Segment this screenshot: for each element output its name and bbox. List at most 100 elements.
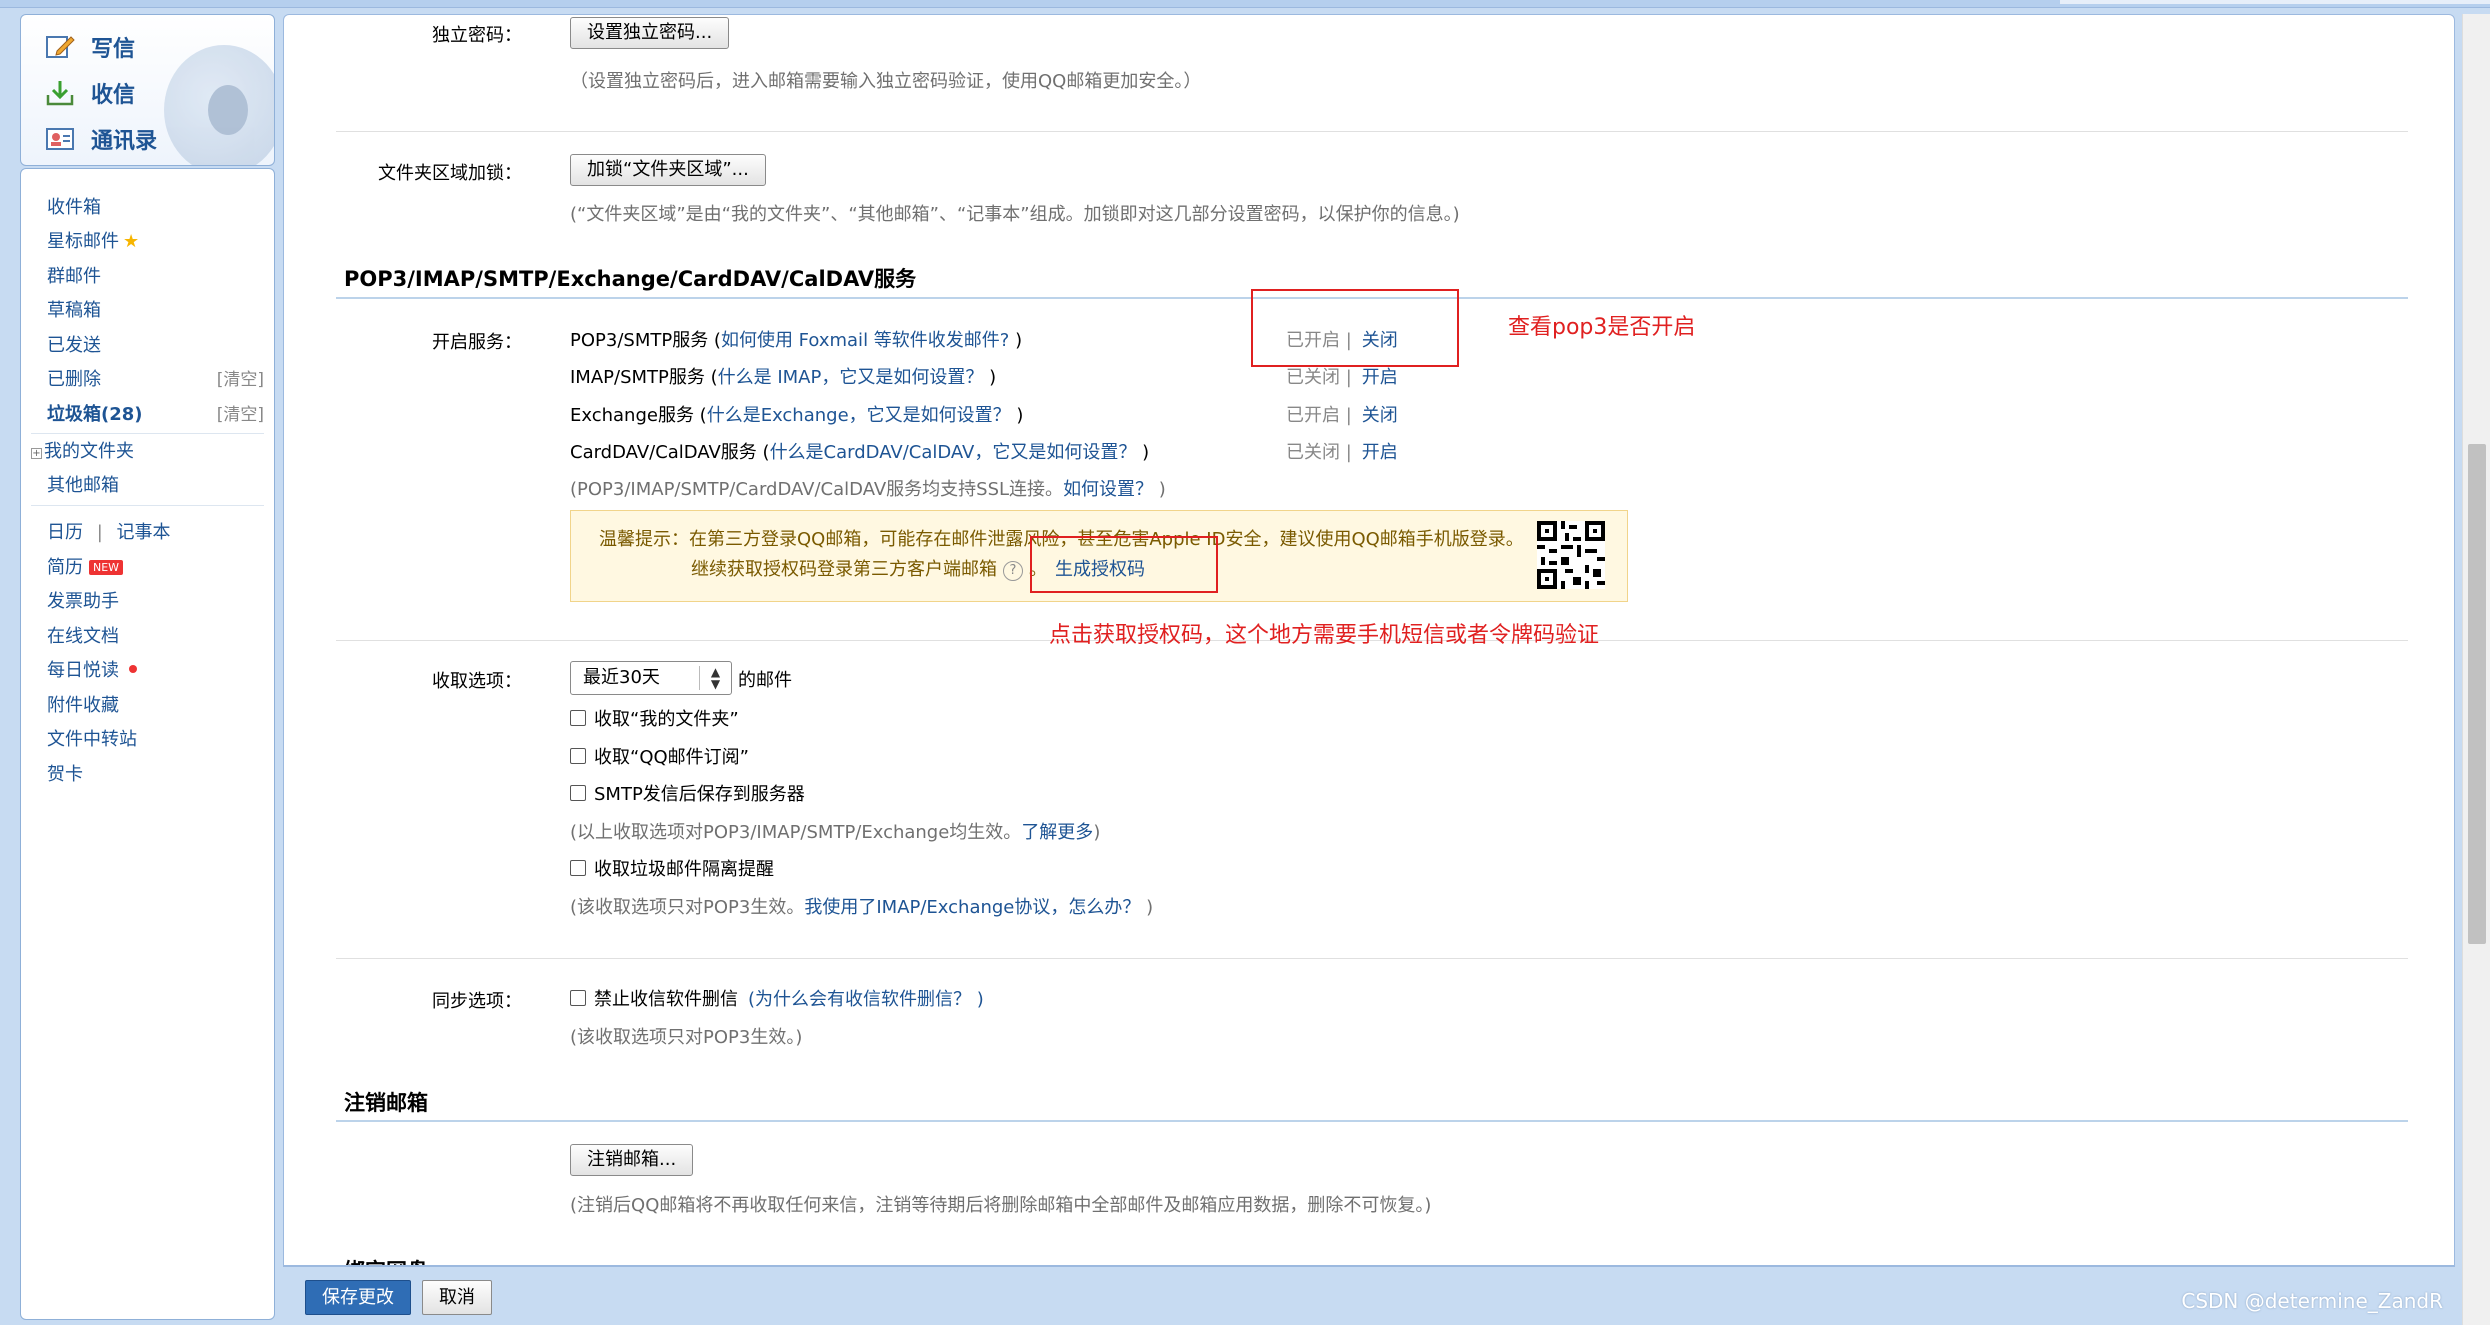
enable-services-label: 开启服务： xyxy=(432,332,522,353)
imap-exchange-help-link[interactable]: 我使用了IMAP/Exchange协议，怎么办？ xyxy=(804,897,1140,918)
sidebar-item-daily-read[interactable]: 每日悦读 xyxy=(47,656,137,682)
ssl-hint-text: (POP3/IMAP/SMTP/CardDAV/CalDAV服务均支持SSL连接… xyxy=(570,479,1064,500)
sidebar-item-my-folders[interactable]: + 我的文件夹 xyxy=(31,437,134,463)
service-row-carddav: CardDAV/CalDAV服务 (什么是CardDAV/CalDAV，它又是如… xyxy=(570,438,1149,464)
horizontal-scroll-stub xyxy=(2060,0,2490,4)
checkbox[interactable] xyxy=(570,710,586,726)
carddav-toggle-link[interactable]: 开启 xyxy=(1362,442,1398,463)
sidebar-item-starred[interactable]: 星标邮件 ★ xyxy=(47,227,139,253)
csdn-watermark: CSDN @determine_ZandR xyxy=(2181,1289,2443,1313)
services-section-title: POP3/IMAP/SMTP/Exchange/CardDAV/CalDAV服务 xyxy=(344,267,917,291)
sidebar-item-online-docs[interactable]: 在线文档 xyxy=(47,622,119,648)
expand-plus-icon[interactable]: + xyxy=(31,448,42,459)
sidebar-item-sent[interactable]: 已发送 xyxy=(47,331,101,357)
status-text: 已关闭 | xyxy=(1286,367,1352,388)
scroll-thumb[interactable] xyxy=(2468,444,2486,944)
nav-divider xyxy=(31,433,264,434)
sidebar: 写信 收信 通讯录 收件箱 星标邮件 ★ 群邮件 草稿箱 已发送 已删除 [清空]… xyxy=(0,8,290,1325)
option-receive-subscriptions[interactable]: 收取“QQ邮件订阅” xyxy=(570,743,749,769)
sync-options-label: 同步选项： xyxy=(432,991,522,1012)
cancel-account-title: 注销邮箱 xyxy=(344,1091,428,1115)
help-question-icon[interactable]: ? xyxy=(1003,561,1023,581)
option-no-client-delete[interactable]: 禁止收信软件删信 (为什么会有收信软件删信？ ) xyxy=(570,985,984,1011)
annotation-box-pop3 xyxy=(1251,289,1459,367)
imap-toggle-link[interactable]: 开启 xyxy=(1362,367,1398,388)
service-help-link[interactable]: 如何使用 Foxmail 等软件收发邮件? xyxy=(721,330,1009,351)
receive-hint-2-close: ) xyxy=(1140,897,1154,918)
receive-hint-1-text: (以上收取选项对POP3/IMAP/SMTP/Exchange均生效。 xyxy=(570,822,1022,843)
ssl-howto-link[interactable]: 如何设置？ xyxy=(1063,479,1153,500)
option-label: 禁止收信软件删信 xyxy=(594,989,738,1010)
compose-button[interactable]: 写信 xyxy=(45,31,135,63)
cancel-button[interactable]: 取消 xyxy=(422,1280,492,1315)
option-smtp-save[interactable]: SMTP发信后保存到服务器 xyxy=(570,780,805,806)
cancel-account-button[interactable]: 注销邮箱... xyxy=(570,1144,694,1176)
option-label: 收取“我的文件夹” xyxy=(594,709,739,730)
receive-hint-2-text: (该收取选项只对POP3生效。 xyxy=(570,897,805,918)
quick-actions-box: 写信 收信 通讯录 xyxy=(20,14,275,166)
annotation-auth-note: 点击获取授权码，这个地方需要手机短信或者令牌码验证 xyxy=(1049,623,1600,648)
sidebar-item-calendar[interactable]: 日历 xyxy=(47,522,83,543)
checkbox[interactable] xyxy=(570,748,586,764)
folder-lock-button[interactable]: 加锁“文件夹区域”... xyxy=(570,154,766,186)
contacts-button[interactable]: 通讯录 xyxy=(45,123,157,155)
option-spam-alert[interactable]: 收取垃圾邮件隔离提醒 xyxy=(570,855,774,881)
service-close-paren: ) xyxy=(1010,405,1024,426)
exchange-toggle-link[interactable]: 关闭 xyxy=(1362,405,1398,426)
bind-disk-title: 绑定网盘 xyxy=(344,1255,428,1265)
option-label: SMTP发信后保存到服务器 xyxy=(594,784,805,805)
why-client-delete-link[interactable]: (为什么会有收信软件删信？ ) xyxy=(748,985,984,1011)
service-name: POP3/SMTP服务 ( xyxy=(570,330,721,351)
sidebar-item-file-transfer[interactable]: 文件中转站 xyxy=(47,725,137,751)
star-icon: ★ xyxy=(123,231,140,252)
warning-line-2-text: 继续获取授权码登录第三方客户端邮箱 xyxy=(691,559,997,580)
independent-password-label: 独立密码： xyxy=(432,25,522,46)
service-status-carddav: 已关闭 | 开启 xyxy=(1286,438,1398,464)
receive-hint-1: (以上收取选项对POP3/IMAP/SMTP/Exchange均生效。了解更多) xyxy=(570,818,1100,844)
sidebar-item-greeting-card[interactable]: 贺卡 xyxy=(47,760,83,786)
trash-clear-link[interactable]: [清空] xyxy=(217,400,264,425)
contacts-card-icon xyxy=(46,128,74,150)
receive-hint-1-close: ) xyxy=(1093,822,1101,843)
service-help-link[interactable]: 什么是 IMAP，它又是如何设置？ xyxy=(718,367,984,388)
checkbox[interactable] xyxy=(570,860,586,876)
sidebar-item-deleted[interactable]: 已删除 xyxy=(47,365,101,391)
checkbox[interactable] xyxy=(570,785,586,801)
starred-label: 星标邮件 xyxy=(47,231,119,252)
service-name: CardDAV/CalDAV服务 ( xyxy=(570,442,770,463)
set-independent-password-button[interactable]: 设置独立密码... xyxy=(570,17,730,49)
daily-read-label: 每日悦读 xyxy=(47,660,119,681)
status-text: 已开启 | xyxy=(1286,405,1352,426)
pencil-icon xyxy=(46,36,75,58)
vertical-scrollbar[interactable] xyxy=(2462,14,2490,1325)
sidebar-item-attachments[interactable]: 附件收藏 xyxy=(47,691,119,717)
receive-button[interactable]: 收信 xyxy=(45,77,135,109)
new-badge: NEW xyxy=(89,560,124,575)
sidebar-item-resume[interactable]: 简历 NEW xyxy=(47,553,124,579)
learn-more-link[interactable]: 了解更多 xyxy=(1021,822,1093,843)
sidebar-item-other-mailboxes[interactable]: 其他邮箱 xyxy=(47,471,119,497)
checkbox[interactable] xyxy=(570,990,586,1006)
sidebar-item-notebook[interactable]: 记事本 xyxy=(117,522,171,543)
sidebar-item-drafts[interactable]: 草稿箱 xyxy=(47,296,101,322)
save-changes-button[interactable]: 保存更改 xyxy=(305,1280,411,1315)
service-name: IMAP/SMTP服务 ( xyxy=(570,367,718,388)
bottom-action-bar: 保存更改 取消 CSDN @determine_ZandR xyxy=(283,1266,2455,1325)
deleted-clear-link[interactable]: [清空] xyxy=(217,365,264,390)
receive-range-select[interactable]: 最近30天 ▲ ▼ xyxy=(570,661,732,695)
service-help-link[interactable]: 什么是Exchange，它又是如何设置？ xyxy=(707,405,1011,426)
divider xyxy=(336,958,2408,959)
service-help-link[interactable]: 什么是CardDAV/CalDAV，它又是如何设置？ xyxy=(770,442,1137,463)
service-row-pop3: POP3/SMTP服务 (如何使用 Foxmail 等软件收发邮件? ) xyxy=(570,326,1022,352)
status-text: 已关闭 | xyxy=(1286,442,1352,463)
qq-penguin-decoration xyxy=(164,45,274,165)
sidebar-item-group[interactable]: 群邮件 xyxy=(47,262,101,288)
sidebar-item-trash[interactable]: 垃圾箱(28) xyxy=(47,400,143,426)
unread-dot xyxy=(129,665,137,673)
service-close-paren: ) xyxy=(1136,442,1150,463)
sidebar-item-invoice[interactable]: 发票助手 xyxy=(47,587,119,613)
annotation-pop3-note: 查看pop3是否开启 xyxy=(1508,315,1696,340)
calendar-notebook-row: 日历 | 记事本 xyxy=(47,518,171,544)
option-receive-my-folders[interactable]: 收取“我的文件夹” xyxy=(570,705,739,731)
sidebar-item-inbox[interactable]: 收件箱 xyxy=(47,193,101,219)
